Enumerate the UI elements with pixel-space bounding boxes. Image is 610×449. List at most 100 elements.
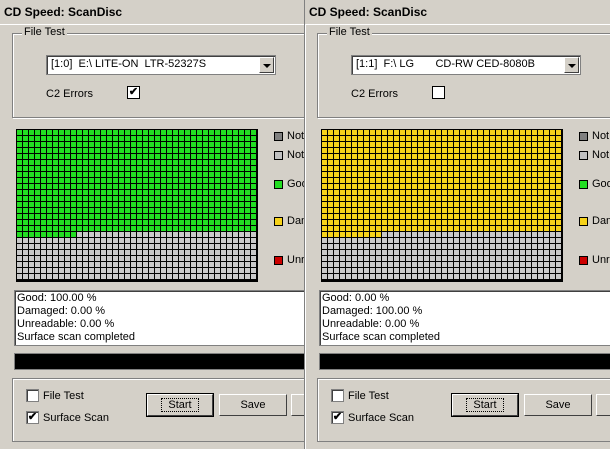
surface-scan-checkbox[interactable]: ✔ — [331, 411, 344, 424]
scan-block — [89, 172, 94, 177]
save-button[interactable]: Save — [219, 394, 287, 416]
scan-block — [65, 154, 70, 159]
c2-errors-checkbox[interactable] — [432, 86, 445, 99]
scan-block — [358, 232, 363, 237]
title-bar[interactable]: CD Speed: ScanDisc — [0, 0, 306, 25]
scan-block — [233, 220, 238, 225]
scan-block — [352, 202, 357, 207]
scan-block — [95, 268, 100, 273]
drive-select[interactable]: [1:0] E:\ LITE-ON LTR-52327S — [46, 55, 276, 75]
results-textbox[interactable]: Good: 100.00 % Damaged: 0.00 % Unreadabl… — [14, 290, 306, 346]
title-bar[interactable]: CD Speed: ScanDisc — [305, 0, 610, 25]
scan-block — [424, 202, 429, 207]
scan-block — [448, 136, 453, 141]
scan-block — [137, 250, 142, 255]
scan-block — [221, 196, 226, 201]
scan-block — [113, 184, 118, 189]
scan-block — [370, 196, 375, 201]
chevron-down-icon[interactable] — [564, 57, 579, 73]
scan-block — [71, 232, 76, 237]
scan-block — [418, 148, 423, 153]
scan-block — [454, 214, 459, 219]
scan-block — [430, 262, 435, 267]
scan-block — [233, 202, 238, 207]
scan-block — [77, 160, 82, 165]
scan-block — [137, 274, 142, 279]
file-test-checkbox[interactable] — [26, 389, 39, 402]
scan-block — [370, 190, 375, 195]
scan-block — [71, 202, 76, 207]
scan-block — [394, 274, 399, 279]
start-button[interactable]: Start — [146, 393, 214, 417]
scan-block — [364, 160, 369, 165]
scan-block — [394, 220, 399, 225]
scan-block — [556, 220, 561, 225]
drive-select[interactable]: [1:1] F:\ LG CD-RW CED-8080B — [351, 55, 581, 75]
scan-block — [83, 190, 88, 195]
scan-block — [251, 184, 256, 189]
scan-block — [460, 238, 465, 243]
scan-block — [251, 274, 256, 279]
scan-block — [251, 238, 256, 243]
scan-block — [418, 208, 423, 213]
scan-block — [227, 196, 232, 201]
scan-block — [179, 262, 184, 267]
scan-block — [161, 154, 166, 159]
scan-block — [490, 202, 495, 207]
scan-block — [239, 130, 244, 135]
scan-block — [394, 154, 399, 159]
scan-block — [131, 262, 136, 267]
scan-block — [35, 154, 40, 159]
scan-block — [352, 130, 357, 135]
scan-block — [334, 166, 339, 171]
scan-block — [221, 262, 226, 267]
scan-block — [185, 238, 190, 243]
scan-block — [424, 268, 429, 273]
exit-button[interactable] — [596, 394, 610, 416]
scan-block — [95, 274, 100, 279]
scan-block — [185, 166, 190, 171]
surface-scan-checkbox[interactable]: ✔ — [26, 411, 39, 424]
scan-block — [35, 178, 40, 183]
scan-block — [556, 202, 561, 207]
scan-block — [95, 232, 100, 237]
scan-block — [155, 244, 160, 249]
scan-block — [101, 250, 106, 255]
scan-block — [203, 160, 208, 165]
scan-block — [454, 136, 459, 141]
scan-block — [418, 232, 423, 237]
scan-block — [460, 196, 465, 201]
scan-block — [167, 178, 172, 183]
scan-block — [376, 214, 381, 219]
scan-block — [227, 220, 232, 225]
scan-block — [400, 178, 405, 183]
scan-block — [65, 250, 70, 255]
scan-block — [382, 172, 387, 177]
scan-block — [77, 256, 82, 261]
scan-block — [185, 244, 190, 249]
results-textbox[interactable]: Good: 0.00 % Damaged: 100.00 % Unreadabl… — [319, 290, 610, 346]
scan-block — [29, 256, 34, 261]
scan-block — [143, 178, 148, 183]
scan-block — [400, 202, 405, 207]
scan-block — [29, 274, 34, 279]
scan-block — [221, 148, 226, 153]
start-button[interactable]: Start — [451, 393, 519, 417]
scan-block — [17, 274, 22, 279]
scan-block — [77, 244, 82, 249]
scan-block — [95, 256, 100, 261]
scan-block — [125, 208, 130, 213]
scan-block — [137, 136, 142, 141]
c2-errors-checkbox[interactable]: ✔ — [127, 86, 140, 99]
file-test-checkbox[interactable] — [331, 389, 344, 402]
scan-block — [161, 196, 166, 201]
legend-swatch-not-tested — [274, 131, 283, 141]
scan-block — [520, 214, 525, 219]
scan-block — [412, 256, 417, 261]
scan-block — [430, 202, 435, 207]
chevron-down-icon[interactable] — [259, 57, 274, 73]
legend-swatch-good — [579, 179, 588, 189]
scan-block — [370, 208, 375, 213]
scan-block — [514, 172, 519, 177]
save-button[interactable]: Save — [524, 394, 592, 416]
